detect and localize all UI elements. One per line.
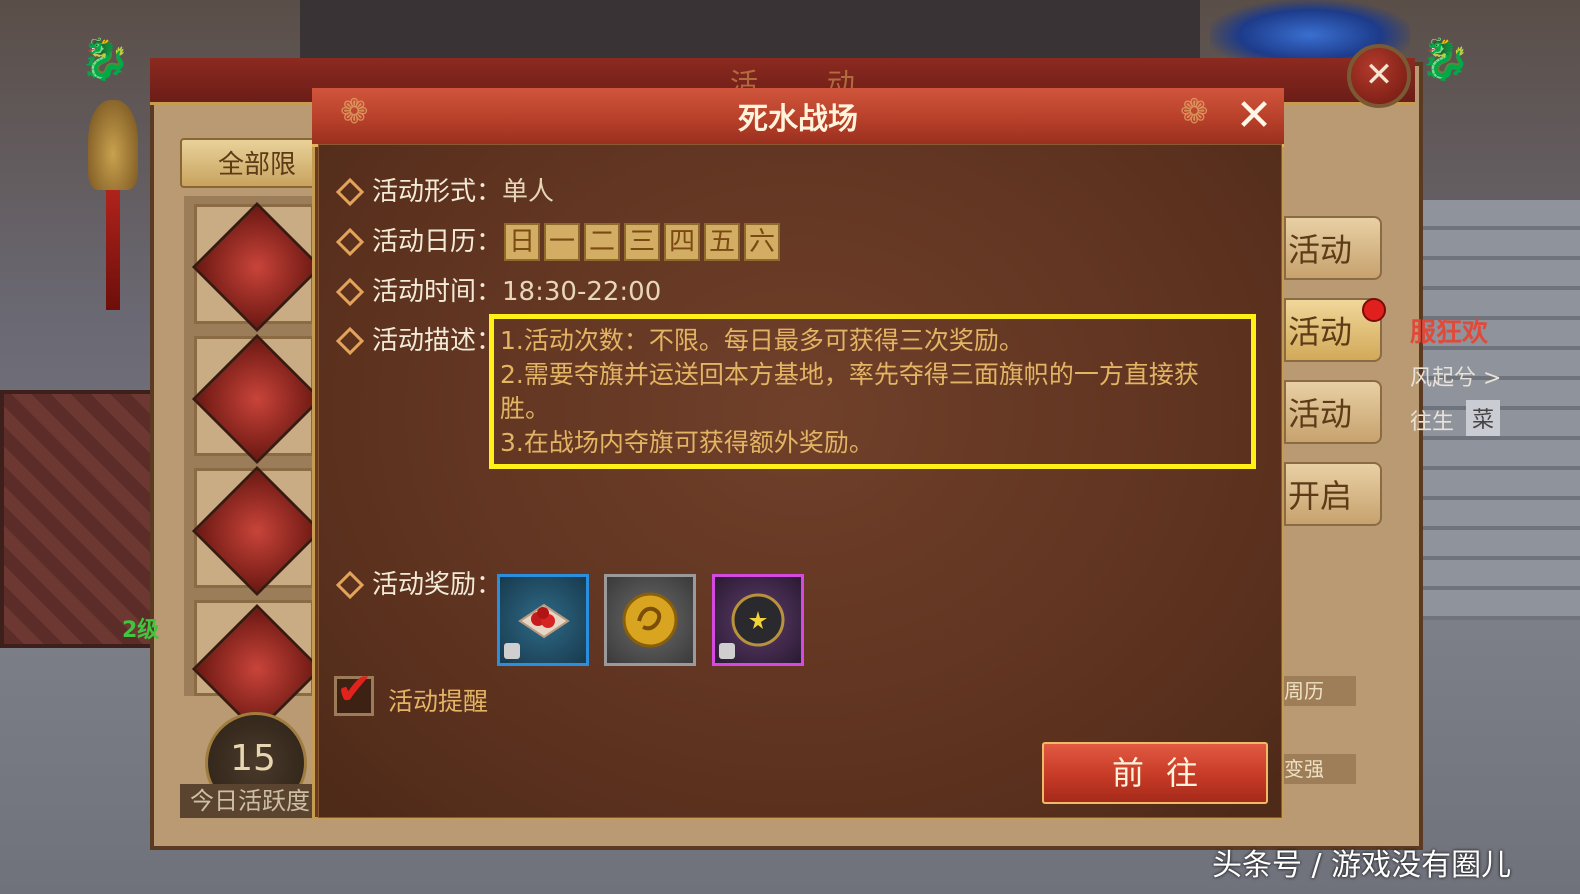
diamond-bullet-icon [335,177,365,206]
weekly-calendar-link[interactable]: 周历 [1284,676,1356,706]
menu-button[interactable]: 菜 [1466,400,1501,436]
diamond-bullet-icon [335,570,365,599]
dragon-ornament-right-icon: 🐉 [1420,37,1470,83]
form-value: 单人 [502,177,555,207]
watermark-text: 头条号 / 游戏没有圈儿 [1212,848,1512,883]
diamond-bullet-icon [335,326,365,355]
promo-subtitle-2: 往生 [1410,410,1455,435]
reminder-label[interactable]: 活动提醒 [388,682,488,718]
activity-score-label: 今日活跃度 [180,784,320,818]
form-row: 活动形式：单人 [334,174,554,210]
activity-emblem-icon [191,465,323,597]
side-activity-button[interactable]: 活动 [1284,216,1382,280]
list-item[interactable] [191,201,323,333]
activity-emblem-icon [191,201,323,333]
dialog-title: 死水战场 [738,102,858,137]
promo-subtitle[interactable]: 风起兮 > [1410,360,1501,392]
promo-title: 服狂欢 [1410,318,1489,348]
scene-wall [300,0,1200,60]
calendar-day: 二 [584,223,620,261]
calendar-day: 五 [704,223,740,261]
activity-score-value: 15 [230,738,276,779]
dragon-ornament-left-icon: 🐉 [80,37,130,83]
calendar-day: 六 [744,223,780,261]
activity-emblem-icon [191,333,323,465]
time-label: 活动时间： [372,277,503,307]
tab-all-limited[interactable]: 全部限时 [180,138,320,230]
go-button[interactable]: 前往 [1042,742,1268,804]
time-row: 活动时间：18:30-22:00 [334,274,661,310]
side-open-button[interactable]: 开启 [1284,462,1382,526]
lock-icon [719,643,735,659]
form-label: 活动形式： [372,177,503,207]
tassel-ornament [106,190,120,310]
list-item[interactable] [191,600,323,735]
notification-dot [1362,298,1386,322]
checkmark-icon: ✔ [336,664,373,715]
level-tag: 2级 [122,618,160,643]
calendar-day: 日 [504,223,540,261]
gold-coin-icon [622,592,678,648]
bell-ornament-icon [88,100,138,190]
reward-slot-red-berries[interactable] [497,574,589,666]
calendar-day: 三 [624,223,660,261]
diamond-bullet-icon [335,277,365,306]
description-row: 活动描述： [334,323,502,359]
reward-row: 活动奖励： [334,567,502,603]
list-item[interactable] [191,333,323,465]
diamond-bullet-icon [335,227,365,256]
calendar-day: 一 [544,223,580,261]
lock-icon [504,643,520,659]
reward-slot-dark-orb[interactable] [712,574,804,666]
get-stronger-link[interactable]: 变强 [1284,754,1356,784]
description-highlight-box [489,314,1256,469]
list-item[interactable] [191,465,323,597]
side-activity-button[interactable]: 活动 [1284,380,1382,444]
calendar-row: 活动日历： [334,224,502,260]
red-berries-icon [518,603,570,639]
reward-label: 活动奖励： [372,570,503,600]
activity-panel-close-button[interactable]: ✕ [1347,44,1411,108]
reward-slot-gold-coin[interactable] [604,574,696,666]
calendar-day: 四 [664,223,700,261]
dark-orb-icon [731,593,785,647]
calendar-label: 活动日历： [372,227,503,257]
dialog-close-button[interactable]: ✕ [1232,92,1276,140]
activity-list [184,196,324,735]
description-label: 活动描述： [372,326,503,356]
time-value: 18:30-22:00 [502,277,662,307]
